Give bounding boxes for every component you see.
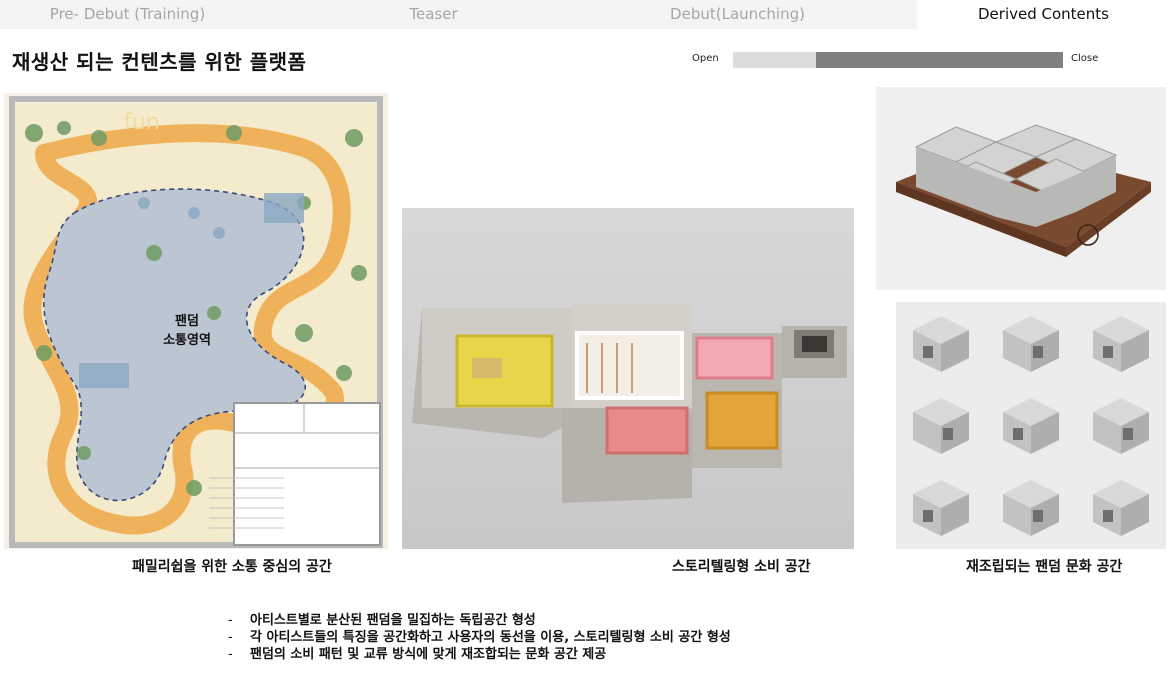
tab-debut[interactable]: Debut(Launching) (610, 0, 865, 29)
open-close-fill (815, 52, 1063, 68)
tab-derived-contents[interactable]: Derived Contents (917, 0, 1170, 29)
floorplan-image: fun 팬덤 소통영역 (4, 93, 388, 549)
note-item: - 각 아티스트들의 특징을 공간화하고 사용자의 동선을 이용, 스토리텔링형 … (228, 629, 731, 646)
note-item: - 팬덤의 소비 패턴 및 교류 방식에 맞게 재조합되는 문화 공간 제공 (228, 646, 731, 663)
fun-sign: fun (124, 110, 160, 135)
note-text: 팬덤의 소비 패턴 및 교류 방식에 맞게 재조합되는 문화 공간 제공 (250, 647, 607, 662)
block-variations-grid (896, 302, 1166, 549)
fandom-zone-label-2: 소통영역 (163, 332, 211, 348)
close-label: Close (1071, 53, 1099, 64)
modular-blocks-image (876, 87, 1166, 290)
note-text: 아티스트별로 분산된 팬덤을 밀집하는 독립공간 형성 (250, 613, 536, 628)
note-dash: - (228, 647, 233, 662)
page-title: 재생산 되는 컨텐츠를 위한 플랫폼 (12, 50, 307, 74)
open-label: Open (692, 53, 719, 64)
fandom-zone-label-1: 팬덤 (175, 313, 199, 329)
blocks-caption: 재조립되는 팬덤 문화 공간 (966, 559, 1123, 575)
note-dash: - (228, 613, 233, 628)
open-close-slider[interactable] (733, 52, 1063, 68)
model-caption: 스토리텔링형 소비 공간 (672, 559, 811, 575)
tab-bar: Pre- Debut (Training) Teaser Debut(Launc… (0, 0, 1170, 29)
note-item: - 아티스트별로 분산된 팬덤을 밀집하는 독립공간 형성 (228, 612, 731, 629)
notes-list: - 아티스트별로 분산된 팬덤을 밀집하는 독립공간 형성 - 각 아티스트들의 특… (228, 612, 731, 663)
storytelling-model-image (402, 208, 854, 549)
note-dash: - (228, 630, 233, 645)
note-text: 각 아티스트들의 특징을 공간화하고 사용자의 동선을 이용, 스토리텔링형 소… (250, 630, 731, 645)
tab-teaser[interactable]: Teaser (306, 0, 561, 29)
floorplan-caption: 패밀리쉽을 위한 소통 중심의 공간 (132, 559, 332, 575)
tab-pre-debut[interactable]: Pre- Debut (Training) (0, 0, 255, 29)
